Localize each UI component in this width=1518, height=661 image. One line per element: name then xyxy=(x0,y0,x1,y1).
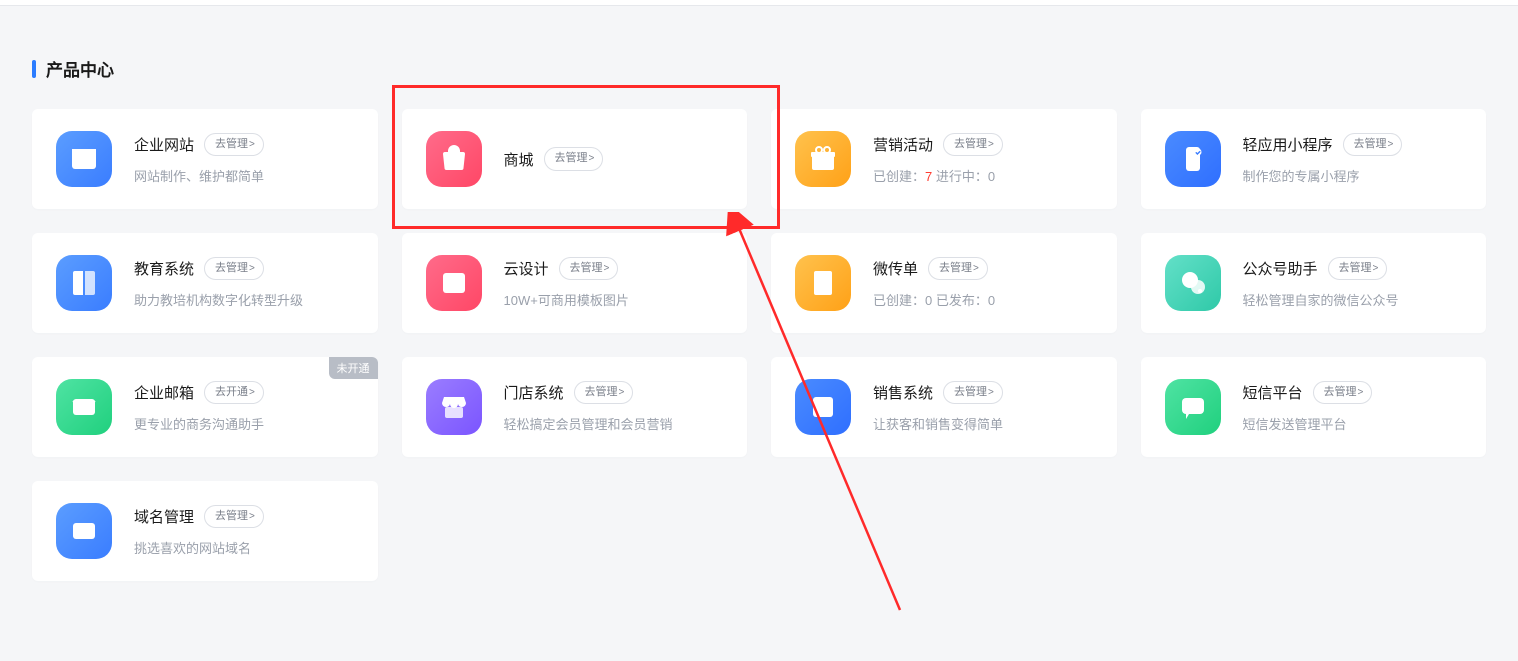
card-title: 云设计 xyxy=(504,258,549,279)
card-body: 公众号助手去管理轻松管理自家的微信公众号 xyxy=(1243,257,1463,310)
section-title: 产品中心 xyxy=(46,56,114,81)
card-subtitle: 轻松搞定会员管理和会员营销 xyxy=(504,414,724,433)
card-title: 微传单 xyxy=(873,258,918,279)
card-title: 企业网站 xyxy=(134,134,194,155)
stat-running-value: 0 xyxy=(988,169,995,184)
card-body: 轻应用小程序去管理制作您的专属小程序 xyxy=(1243,133,1463,186)
card-title: 商城 xyxy=(504,149,534,170)
miniapp-icon xyxy=(1165,131,1221,187)
product-card-edu[interactable]: 教育系统去管理助力教培机构数字化转型升级 xyxy=(32,233,378,333)
section-header: 产品中心 xyxy=(32,56,1486,81)
sales-icon xyxy=(795,379,851,435)
stat-created-label: 已创建： xyxy=(873,169,925,184)
card-stats: 已创建：7 进行中：0 xyxy=(873,166,1093,185)
card-subtitle: 短信发送管理平台 xyxy=(1243,414,1463,433)
product-card-marketing[interactable]: 营销活动去管理已创建：7 进行中：0 xyxy=(771,109,1117,209)
card-stats: 已创建：0 已发布：0 xyxy=(873,290,1093,309)
stat-running-label: 已发布： xyxy=(936,293,988,308)
manage-button[interactable]: 去管理 xyxy=(544,147,604,171)
card-subtitle: 挑选喜欢的网站域名 xyxy=(134,538,354,557)
domain-icon: W. xyxy=(56,503,112,559)
content: 产品中心 企业网站去管理网站制作、维护都简单商城去管理营销活动去管理已创建：7 … xyxy=(0,6,1518,621)
product-card-store[interactable]: 门店系统去管理轻松搞定会员管理和会员营销 xyxy=(402,357,748,457)
marketing-icon xyxy=(795,131,851,187)
card-title: 短信平台 xyxy=(1243,382,1303,403)
card-body: 微传单去管理已创建：0 已发布：0 xyxy=(873,257,1093,310)
manage-button[interactable]: 去管理 xyxy=(1328,257,1388,281)
manage-button[interactable]: 去管理 xyxy=(574,381,634,405)
design-icon xyxy=(426,255,482,311)
card-body: 云设计去管理 10W+可商用模板图片 xyxy=(504,257,724,310)
manage-button[interactable]: 去管理 xyxy=(204,505,264,529)
product-card-design[interactable]: 云设计去管理 10W+可商用模板图片 xyxy=(402,233,748,333)
card-body: 营销活动去管理已创建：7 进行中：0 xyxy=(873,133,1093,186)
card-body: 销售系统去管理让获客和销售变得简单 xyxy=(873,381,1093,434)
manage-button[interactable]: 去管理 xyxy=(1313,381,1373,405)
card-title: 公众号助手 xyxy=(1243,258,1318,279)
svg-text:W.: W. xyxy=(77,527,88,537)
manage-button[interactable]: 去管理 xyxy=(943,133,1003,157)
section-accent-bar xyxy=(32,60,36,78)
card-subtitle: 更专业的商务沟通助手 xyxy=(134,414,354,433)
card-body: 企业网站去管理网站制作、维护都简单 xyxy=(134,133,354,186)
product-card-mail[interactable]: 企业邮箱去开通更专业的商务沟通助手未开通 xyxy=(32,357,378,457)
edu-icon xyxy=(56,255,112,311)
sms-icon xyxy=(1165,379,1221,435)
stat-created-label: 已创建： xyxy=(873,293,925,308)
store-icon xyxy=(426,379,482,435)
card-subtitle: 轻松管理自家的微信公众号 xyxy=(1243,290,1463,309)
card-body: 企业邮箱去开通更专业的商务沟通助手 xyxy=(134,381,354,434)
mail-icon xyxy=(56,379,112,435)
product-card-domain[interactable]: W. 域名管理去管理挑选喜欢的网站域名 xyxy=(32,481,378,581)
manage-button[interactable]: 去开通 xyxy=(204,381,264,405)
card-title: 轻应用小程序 xyxy=(1243,134,1333,155)
mall-icon xyxy=(426,131,482,187)
card-title: 域名管理 xyxy=(134,506,194,527)
product-card-leaflet[interactable]: 微传单去管理已创建：0 已发布：0 xyxy=(771,233,1117,333)
enterprise-site-icon xyxy=(56,131,112,187)
manage-button[interactable]: 去管理 xyxy=(559,257,619,281)
manage-button[interactable]: 去管理 xyxy=(204,257,264,281)
card-title: 销售系统 xyxy=(873,382,933,403)
manage-button[interactable]: 去管理 xyxy=(1343,133,1403,157)
card-subtitle: 助力教培机构数字化转型升级 xyxy=(134,290,354,309)
card-body: 教育系统去管理助力教培机构数字化转型升级 xyxy=(134,257,354,310)
product-card-miniapp[interactable]: 轻应用小程序去管理制作您的专属小程序 xyxy=(1141,109,1487,209)
card-subtitle: 网站制作、维护都简单 xyxy=(134,166,354,185)
manage-button[interactable]: 去管理 xyxy=(943,381,1003,405)
card-title: 企业邮箱 xyxy=(134,382,194,403)
manage-button[interactable]: 去管理 xyxy=(928,257,988,281)
stat-running-label: 进行中： xyxy=(936,169,988,184)
product-grid: 企业网站去管理网站制作、维护都简单商城去管理营销活动去管理已创建：7 进行中：0… xyxy=(32,109,1486,581)
product-card-sales[interactable]: 销售系统去管理让获客和销售变得简单 xyxy=(771,357,1117,457)
product-card-mall[interactable]: 商城去管理 xyxy=(402,109,748,209)
card-title: 教育系统 xyxy=(134,258,194,279)
wechat-icon xyxy=(1165,255,1221,311)
card-subtitle: 让获客和销售变得简单 xyxy=(873,414,1093,433)
card-body: 商城去管理 xyxy=(504,147,724,171)
card-body: 域名管理去管理挑选喜欢的网站域名 xyxy=(134,505,354,558)
card-subtitle: 制作您的专属小程序 xyxy=(1243,166,1463,185)
card-body: 门店系统去管理轻松搞定会员管理和会员营销 xyxy=(504,381,724,434)
card-title: 营销活动 xyxy=(873,134,933,155)
stat-running-value: 0 xyxy=(988,293,995,308)
card-title: 门店系统 xyxy=(504,382,564,403)
product-card-sms[interactable]: 短信平台去管理短信发送管理平台 xyxy=(1141,357,1487,457)
status-badge: 未开通 xyxy=(329,357,378,379)
card-body: 短信平台去管理短信发送管理平台 xyxy=(1243,381,1463,434)
leaflet-icon xyxy=(795,255,851,311)
manage-button[interactable]: 去管理 xyxy=(204,133,264,157)
product-card-enterprise-site[interactable]: 企业网站去管理网站制作、维护都简单 xyxy=(32,109,378,209)
card-subtitle: 10W+可商用模板图片 xyxy=(504,290,724,309)
product-card-wechat[interactable]: 公众号助手去管理轻松管理自家的微信公众号 xyxy=(1141,233,1487,333)
